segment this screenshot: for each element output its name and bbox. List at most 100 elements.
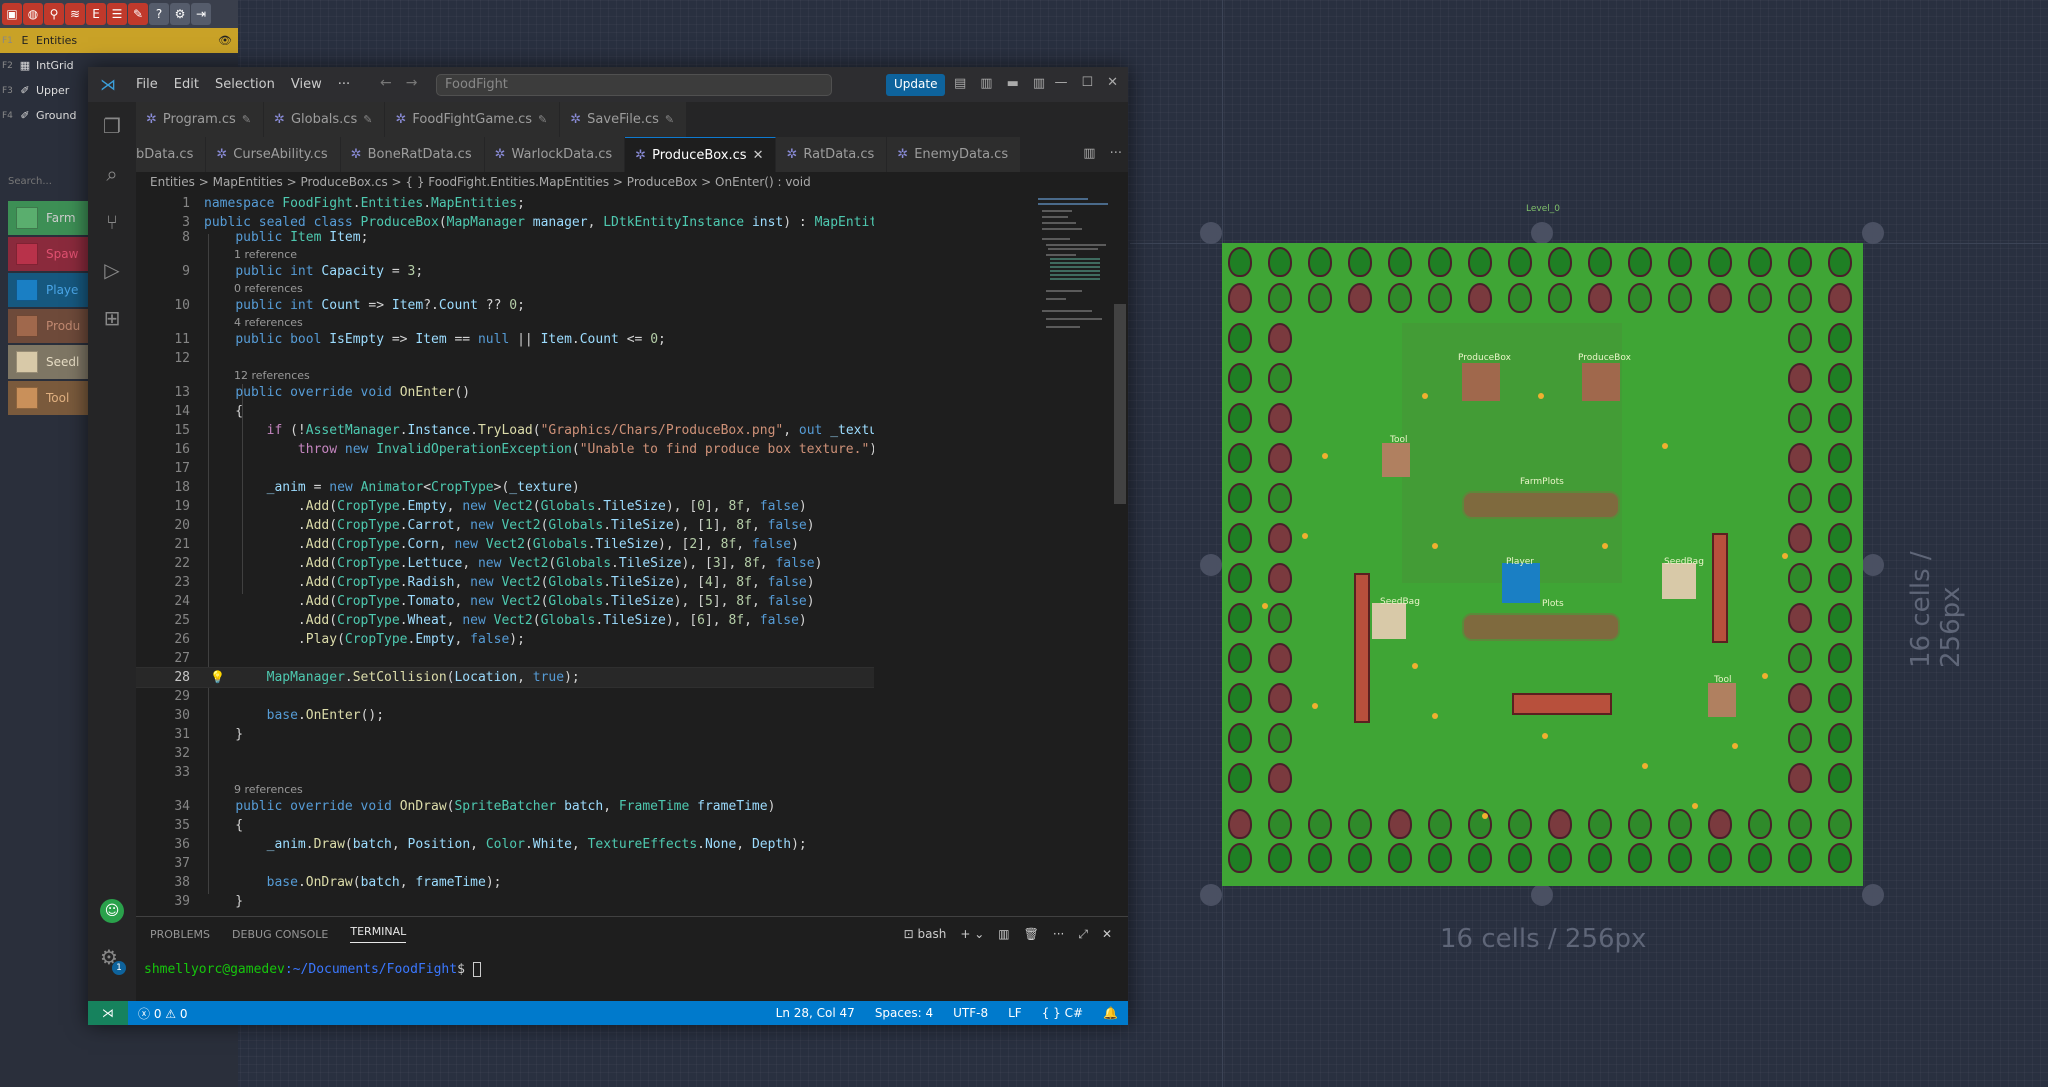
project-icon[interactable]: ▣	[2, 3, 22, 25]
gear-icon[interactable]: ⚙	[170, 3, 190, 25]
tab-globals[interactable]: ✲ Globals.cs ✎	[264, 102, 386, 137]
layer-entities[interactable]: F1 E Entities 👁	[0, 28, 238, 53]
toggle-secondary-sidebar-icon[interactable]: ▥	[1033, 76, 1045, 91]
farm-plot[interactable]	[1462, 491, 1620, 519]
source-control-icon[interactable]: ⑂	[88, 198, 136, 246]
code-editor[interactable]: 1 namespace FoodFight.Entities.MapEntitie…	[136, 194, 874, 916]
tab-problems[interactable]: PROBLEMS	[150, 928, 210, 941]
menu-file[interactable]: File	[128, 77, 166, 92]
command-center[interactable]: FoodFight	[436, 74, 832, 96]
resize-handle[interactable]	[1862, 222, 1884, 244]
update-button[interactable]: Update	[886, 74, 946, 96]
layers-icon[interactable]: ≋	[65, 3, 85, 25]
list-icon[interactable]: ☰	[107, 3, 127, 25]
entity-item[interactable]: Playe	[8, 273, 90, 307]
new-terminal-icon[interactable]: + ⌄	[960, 927, 984, 942]
tools-icon[interactable]: ✎	[128, 3, 148, 25]
resize-handle[interactable]	[1531, 884, 1553, 906]
panel-more-icon[interactable]: ···	[1053, 927, 1064, 942]
resize-handle[interactable]	[1531, 222, 1553, 244]
extensions-icon[interactable]: ⊞	[88, 294, 136, 342]
problems-status[interactable]: ⓧ 0 ⚠ 0	[128, 1005, 198, 1022]
terminal-profile[interactable]: ⊡ bash	[904, 927, 947, 942]
notifications-bell-icon[interactable]: 🔔	[1093, 1006, 1128, 1020]
scrollbar-thumb[interactable]	[1114, 304, 1126, 504]
exit-icon[interactable]: ⇥	[191, 3, 211, 25]
entity-item[interactable]: Produ	[8, 309, 90, 343]
nav-arrows-icon[interactable]: ←→	[380, 75, 431, 91]
resize-handle[interactable]	[1200, 554, 1222, 576]
resize-handle[interactable]	[1200, 884, 1222, 906]
more-actions-icon[interactable]: ···	[1110, 146, 1122, 161]
layout-customize-icon[interactable]: ▤	[954, 76, 966, 91]
kill-terminal-icon[interactable]: 🗑	[1024, 927, 1039, 942]
help-icon[interactable]: ?	[149, 3, 169, 25]
account-avatar[interactable]: ☺	[100, 899, 124, 923]
pin-icon[interactable]: ⚲	[44, 3, 64, 25]
split-editor-icon[interactable]: ▥	[1083, 146, 1095, 161]
entity-item[interactable]: Farm	[8, 201, 90, 235]
maximize-icon[interactable]: ☐	[1081, 75, 1093, 90]
cursor-position[interactable]: Ln 28, Col 47	[766, 1006, 865, 1020]
tab-terminal[interactable]: TERMINAL	[350, 925, 407, 943]
tab-savefile[interactable]: ✲ SaveFile.cs ✎	[560, 102, 688, 137]
remote-icon[interactable]: ⋊	[88, 1001, 128, 1025]
entity-icon[interactable]: E	[86, 3, 106, 25]
run-debug-icon[interactable]: ▷	[88, 246, 136, 294]
minimize-icon[interactable]: —	[1054, 75, 1067, 90]
visibility-eye-icon[interactable]: 👁	[218, 34, 232, 47]
minimap[interactable]	[1036, 194, 1112, 916]
player-entity[interactable]	[1502, 563, 1540, 603]
encoding[interactable]: UTF-8	[943, 1006, 998, 1020]
tab-debug-console[interactable]: DEBUG CONSOLE	[232, 928, 328, 941]
pin-icon[interactable]: ✎	[363, 113, 372, 126]
seed-bag[interactable]	[1372, 603, 1406, 639]
tab-enemydata[interactable]: ✲ EnemyData.cs	[887, 137, 1022, 172]
eol[interactable]: LF	[998, 1006, 1032, 1020]
entity-item[interactable]: Spaw	[8, 237, 90, 271]
close-tab-icon[interactable]: ✕	[753, 148, 764, 163]
explorer-icon[interactable]: ❐	[88, 102, 136, 150]
level-canvas[interactable]: ProduceBox ProduceBox Tool FarmPlots Pla…	[1222, 243, 1863, 886]
menu-more[interactable]: ···	[330, 77, 358, 92]
close-panel-icon[interactable]: ✕	[1102, 927, 1112, 942]
pin-icon[interactable]: ✎	[665, 113, 674, 126]
resize-handle[interactable]	[1200, 222, 1222, 244]
tab-program[interactable]: ✲ Program.cs ✎	[136, 102, 265, 137]
tool-entity[interactable]	[1382, 443, 1410, 477]
resize-handle[interactable]	[1862, 554, 1884, 576]
menu-view[interactable]: View	[283, 77, 330, 92]
pin-icon[interactable]: ✎	[538, 113, 547, 126]
tab-producebox[interactable]: ✲ ProduceBox.cs ✕	[625, 137, 777, 172]
toggle-panel-icon[interactable]: ▬	[1007, 76, 1019, 91]
tab-foodfightgame[interactable]: ✲ FoodFightGame.cs ✎	[385, 102, 561, 137]
breadcrumb[interactable]: Entities > MapEntities > ProduceBox.cs >…	[136, 172, 1128, 194]
tab-bdata[interactable]: bData.cs	[136, 137, 207, 172]
produce-box[interactable]	[1582, 363, 1620, 401]
entity-item[interactable]: Seedl	[8, 345, 90, 379]
menu-edit[interactable]: Edit	[166, 77, 207, 92]
entity-search-input[interactable]: Search...	[0, 172, 88, 192]
menu-selection[interactable]: Selection	[207, 77, 283, 92]
pin-icon[interactable]: ✎	[242, 113, 251, 126]
close-window-icon[interactable]: ✕	[1107, 75, 1118, 90]
tab-warlockdata[interactable]: ✲ WarlockData.cs	[484, 137, 626, 172]
search-icon[interactable]: ⌕	[88, 150, 136, 198]
editor-scrollbar[interactable]	[1114, 194, 1126, 916]
world-icon[interactable]: ◍	[23, 3, 43, 25]
seed-bag[interactable]	[1662, 563, 1696, 599]
tab-boneratdata[interactable]: ✲ BoneRatData.cs	[340, 137, 485, 172]
resize-handle[interactable]	[1862, 884, 1884, 906]
language-mode[interactable]: { } C#	[1032, 1006, 1093, 1020]
maximize-panel-icon[interactable]: ⤢	[1078, 927, 1088, 942]
farm-plot[interactable]	[1462, 613, 1620, 641]
tab-ratdata[interactable]: ✲ RatData.cs	[776, 137, 888, 172]
manage-gear-icon[interactable]: ⚙ 1	[100, 945, 126, 975]
toggle-sidebar-icon[interactable]: ▥	[980, 76, 992, 91]
indentation[interactable]: Spaces: 4	[865, 1006, 943, 1020]
terminal-output[interactable]: shmellyorc@gamedev:~/Documents/FoodFight…	[144, 962, 481, 977]
tool-entity[interactable]	[1708, 683, 1736, 717]
split-terminal-icon[interactable]: ▥	[998, 927, 1009, 942]
tab-curseability[interactable]: ✲ CurseAbility.cs	[206, 137, 341, 172]
produce-box[interactable]	[1462, 363, 1500, 401]
